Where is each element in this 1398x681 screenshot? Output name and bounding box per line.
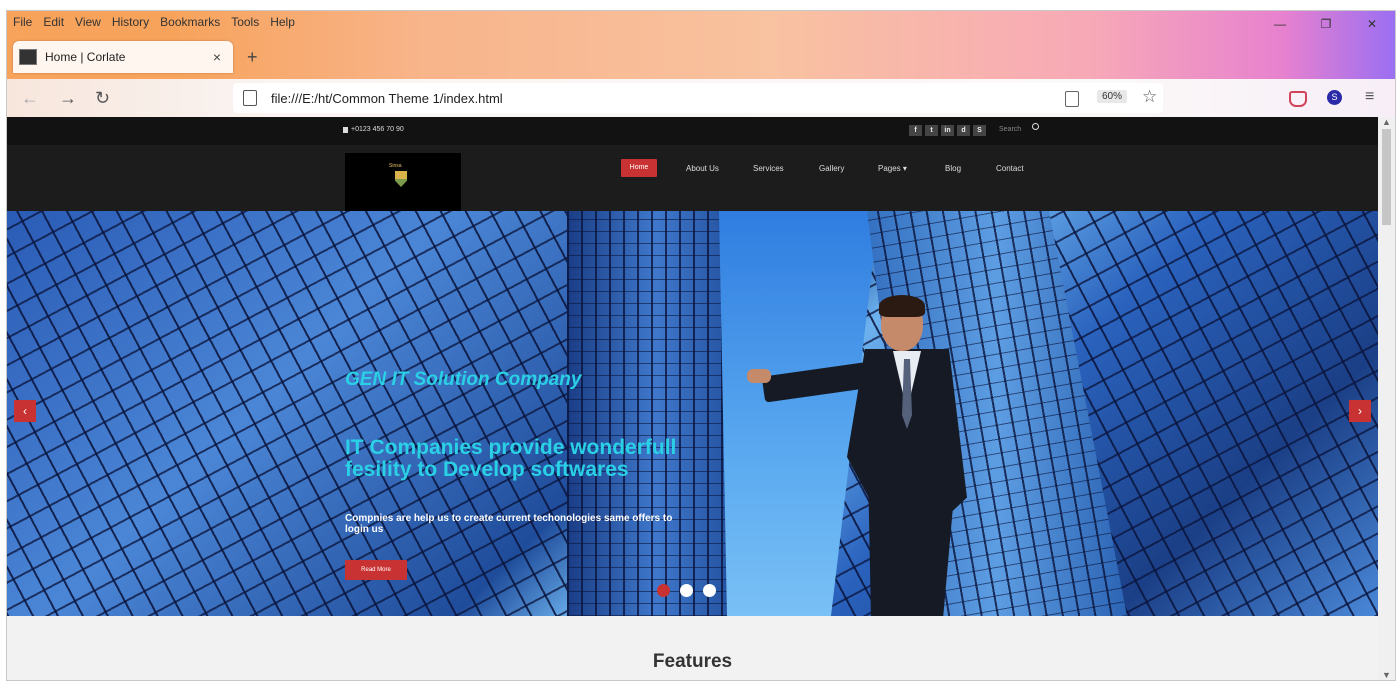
facebook-icon[interactable]: f <box>909 125 922 136</box>
scroll-up-icon[interactable]: ▲ <box>1382 117 1391 127</box>
site-topbar: +0123 456 70 90 f t in d S Search <box>7 117 1378 145</box>
slider-dot-1[interactable] <box>657 584 670 597</box>
tab-home[interactable]: Home | Corlate × <box>13 41 233 73</box>
dribbble-icon[interactable]: d <box>957 125 970 136</box>
new-tab-button[interactable]: + <box>247 47 258 68</box>
hero-slider: GEN IT Solution Company IT Companies pro… <box>7 211 1378 616</box>
tab-title: Home | Corlate <box>45 50 126 64</box>
tab-close-icon[interactable]: × <box>207 49 227 65</box>
features-heading: Features <box>652 651 733 672</box>
site-search-input[interactable]: Search <box>999 126 1021 133</box>
menu-edit[interactable]: Edit <box>43 13 64 31</box>
nav-services[interactable]: Services <box>753 164 784 173</box>
reader-view-icon[interactable] <box>1065 91 1079 107</box>
bookmark-star-icon[interactable]: ☆ <box>1142 87 1157 107</box>
restore-icon[interactable]: ❐ <box>1303 11 1349 37</box>
social-links: f t in d S <box>909 125 986 136</box>
menu-bar: File Edit View History Bookmarks Tools H… <box>13 13 295 31</box>
read-more-button[interactable]: Read More <box>345 560 407 580</box>
favicon-icon <box>19 49 37 65</box>
slider-dot-2[interactable] <box>680 584 693 597</box>
nav-blog[interactable]: Blog <box>945 164 961 173</box>
nav-gallery[interactable]: Gallery <box>819 164 844 173</box>
scrollbar-thumb[interactable] <box>1382 129 1391 225</box>
linkedin-icon[interactable]: in <box>941 125 954 136</box>
url-text[interactable]: file:///E:/ht/Common Theme 1/index.html <box>271 91 503 106</box>
hero-title: IT Companies provide wonderfull fesility… <box>345 436 677 481</box>
zoom-level[interactable]: 60% <box>1097 90 1128 103</box>
shield-logo-icon <box>395 171 407 187</box>
menu-tools[interactable]: Tools <box>231 13 259 31</box>
building-image <box>567 211 747 616</box>
page-scrollbar[interactable]: ▲ ▼ <box>1378 117 1395 680</box>
logo-text: Sinsa <box>389 163 402 169</box>
menu-view[interactable]: View <box>75 13 101 31</box>
hand-shape <box>747 369 771 383</box>
window-controls: — ❐ ✕ <box>1257 11 1395 37</box>
browser-window: File Edit View History Bookmarks Tools H… <box>6 10 1396 681</box>
phone-number: +0123 456 70 90 <box>351 126 404 133</box>
slider-dots <box>657 584 716 597</box>
nav-contact[interactable]: Contact <box>996 164 1024 173</box>
twitter-icon[interactable]: t <box>925 125 938 136</box>
nav-home[interactable]: Home <box>621 159 657 177</box>
menu-hamburger-icon[interactable]: ≡ <box>1365 88 1374 106</box>
nav-pages[interactable]: Pages ▾ <box>878 164 907 173</box>
page-content: +0123 456 70 90 f t in d S Search Sinsa … <box>7 117 1378 680</box>
menu-help[interactable]: Help <box>270 13 295 31</box>
reload-button[interactable]: ↻ <box>95 88 110 109</box>
menu-bookmarks[interactable]: Bookmarks <box>160 13 220 31</box>
skype-icon[interactable]: S <box>973 125 986 136</box>
back-button[interactable]: ← <box>21 88 39 109</box>
forward-button[interactable]: → <box>59 88 77 109</box>
page-icon <box>243 90 257 106</box>
menu-file[interactable]: File <box>13 13 32 31</box>
minimize-icon[interactable]: — <box>1257 11 1303 37</box>
menu-history[interactable]: History <box>112 13 149 31</box>
hair-shape <box>879 295 925 317</box>
phone-icon <box>343 126 348 133</box>
slider-dot-3[interactable] <box>703 584 716 597</box>
slider-next-button[interactable]: › <box>1349 400 1371 422</box>
pocket-icon[interactable] <box>1289 91 1307 107</box>
account-avatar[interactable]: S <box>1327 90 1342 105</box>
site-navbar <box>7 145 1378 211</box>
nav-about-us[interactable]: About Us <box>686 164 719 173</box>
hero-description: Compnies are help us to create current t… <box>345 513 673 535</box>
navigation-toolbar: ← → ↻ file:///E:/ht/Common Theme 1/index… <box>7 79 1395 117</box>
slider-prev-button[interactable]: ‹ <box>14 400 36 422</box>
hero-subtitle: GEN IT Solution Company <box>345 369 582 390</box>
contact-phone: +0123 456 70 90 <box>343 126 404 133</box>
search-icon[interactable] <box>1032 123 1039 130</box>
businessman-image <box>747 295 993 616</box>
address-bar[interactable]: file:///E:/ht/Common Theme 1/index.html <box>233 83 1163 113</box>
browser-titlebar: File Edit View History Bookmarks Tools H… <box>7 11 1395 79</box>
close-window-icon[interactable]: ✕ <box>1349 11 1395 37</box>
site-logo[interactable]: Sinsa <box>345 153 461 211</box>
